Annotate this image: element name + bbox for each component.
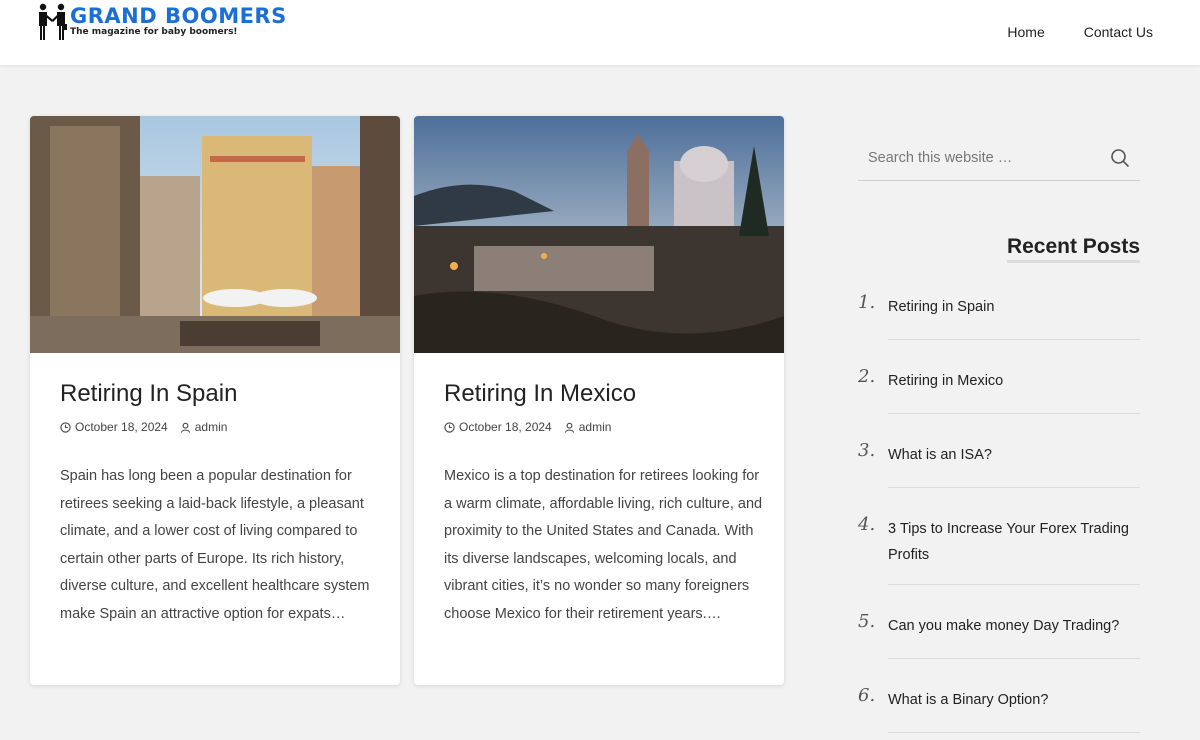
search-form xyxy=(858,138,1140,181)
list-item-number: 2. xyxy=(858,366,876,387)
recent-post-link[interactable]: Retiring in Spain xyxy=(888,294,1140,320)
list-item-number: 4. xyxy=(858,514,876,535)
post-author[interactable]: admin xyxy=(579,420,612,434)
recent-post-link[interactable]: What is an ISA? xyxy=(888,442,1140,468)
main-nav: Home Contact Us xyxy=(1007,24,1153,40)
post-card: Retiring In Spain October 18, 2024 admin… xyxy=(30,116,400,685)
divider xyxy=(888,584,1140,585)
post-excerpt: Spain has long been a popular destinatio… xyxy=(60,468,370,622)
list-item-number: 3. xyxy=(858,440,876,461)
post-author[interactable]: admin xyxy=(195,420,228,434)
post-card: Retiring In Mexico October 18, 2024 admi… xyxy=(414,116,784,685)
divider xyxy=(888,732,1140,733)
post-image-spain-street[interactable] xyxy=(30,116,400,353)
site-tagline: The magazine for baby boomers! xyxy=(70,27,238,37)
site-title: GRAND BOOMERS xyxy=(70,4,287,28)
site-logo[interactable]: GRAND BOOMERS The magazine for baby boom… xyxy=(36,2,286,42)
post-date: October 18, 2024 xyxy=(459,420,552,434)
clock-icon xyxy=(60,421,71,433)
search-input[interactable] xyxy=(858,138,1098,178)
recent-posts-title: Recent Posts xyxy=(1006,234,1140,263)
post-meta: October 18, 2024 admin xyxy=(444,420,611,434)
user-icon xyxy=(564,422,574,433)
search-icon[interactable] xyxy=(1110,148,1130,168)
recent-post-link[interactable]: Retiring in Mexico xyxy=(888,368,1140,394)
list-item-number: 6. xyxy=(858,685,876,706)
site-header: GRAND BOOMERS The magazine for baby boom… xyxy=(0,0,1200,65)
post-date: October 18, 2024 xyxy=(75,420,168,434)
post-author-wrap: admin xyxy=(564,420,612,434)
post-title[interactable]: Retiring In Mexico xyxy=(444,380,636,408)
divider xyxy=(888,413,1140,414)
user-icon xyxy=(180,422,190,433)
recent-post-link[interactable]: Can you make money Day Trading? xyxy=(888,613,1140,639)
divider xyxy=(888,339,1140,340)
post-excerpt: Mexico is a top destination for retirees… xyxy=(444,468,763,622)
post-title[interactable]: Retiring In Spain xyxy=(60,380,237,408)
post-image-mexico-town[interactable] xyxy=(414,116,784,353)
post-meta: October 18, 2024 admin xyxy=(60,420,227,434)
divider xyxy=(888,487,1140,488)
recent-post-link[interactable]: 3 Tips to Increase Your Forex Trading Pr… xyxy=(888,516,1140,568)
clock-icon xyxy=(444,421,455,433)
handshake-people-icon xyxy=(39,3,67,40)
divider xyxy=(888,658,1140,659)
nav-home[interactable]: Home xyxy=(1007,24,1044,40)
list-item-number: 1. xyxy=(858,292,876,313)
list-item-number: 5. xyxy=(858,611,876,632)
recent-post-link[interactable]: What is a Binary Option? xyxy=(888,687,1140,713)
nav-contact-us[interactable]: Contact Us xyxy=(1084,24,1153,40)
post-author-wrap: admin xyxy=(180,420,228,434)
